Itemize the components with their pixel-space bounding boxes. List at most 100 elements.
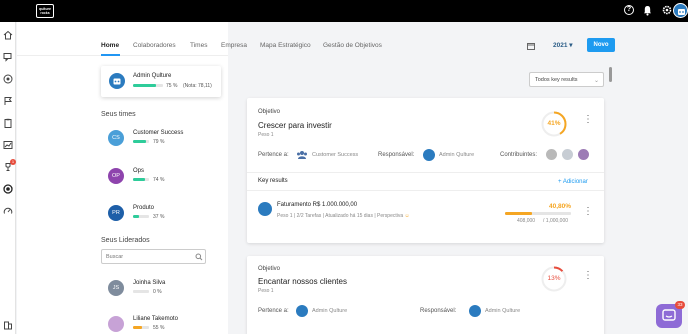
belongs-label: Pertence a: <box>258 152 289 158</box>
objective-weight: Peso 1 <box>258 288 274 294</box>
add-key-result-button[interactable]: + Adicionar <box>558 179 588 185</box>
trophy-icon[interactable] <box>3 162 13 172</box>
divider <box>247 190 604 191</box>
speed-icon[interactable] <box>3 206 13 216</box>
objective-card[interactable]: Objetivo Encantar nossos clientes Peso 1… <box>247 256 604 334</box>
robot-avatar-icon <box>113 78 121 85</box>
more-options-icon[interactable]: ⋮ <box>583 207 593 217</box>
objective-weight: Peso 1 <box>258 132 274 138</box>
user-progress-label: 75 % <box>166 83 178 89</box>
responsible-value[interactable]: Admin Qulture <box>439 152 474 158</box>
calendar-icon[interactable] <box>527 42 535 50</box>
avatar <box>109 73 125 89</box>
home-icon[interactable] <box>3 30 13 40</box>
team-name[interactable]: Ops <box>133 168 144 174</box>
avatar <box>258 202 272 216</box>
team-progress-label: 79 % <box>153 139 165 145</box>
objective-title[interactable]: Crescer para investir <box>258 121 332 130</box>
teams-title: Seus times <box>101 111 136 118</box>
gear-icon[interactable] <box>662 5 672 15</box>
top-bar <box>0 0 688 22</box>
user-name: Admin Qulture <box>133 73 172 79</box>
user-progress-bar <box>133 84 163 87</box>
target-icon[interactable] <box>3 74 13 84</box>
perspective-icon: ☺ <box>404 213 410 219</box>
team-progress-bar <box>133 215 149 218</box>
filter-label: Todos key results <box>535 77 578 83</box>
objective-icon[interactable] <box>3 184 13 194</box>
tab-empresa[interactable]: Empresa <box>221 42 247 49</box>
key-result-title[interactable]: Faturamento R$ 1.000.000,00 <box>277 202 357 208</box>
contributor-avatar[interactable] <box>561 148 574 161</box>
person-progress-label: 55 % <box>153 325 165 331</box>
chart-icon[interactable] <box>3 140 13 150</box>
team-name[interactable]: Customer Success <box>133 130 183 136</box>
belongs-value[interactable]: Admin Qulture <box>312 308 347 314</box>
contributor-avatar[interactable] <box>577 148 590 161</box>
bell-icon[interactable] <box>643 5 652 16</box>
team-name[interactable]: Produto <box>133 205 154 211</box>
contributor-avatar[interactable] <box>545 148 558 161</box>
tab-home[interactable]: Home <box>101 42 119 49</box>
avatar <box>423 149 435 161</box>
more-options-icon[interactable]: ⋮ <box>583 115 593 125</box>
kr-perspective: Perspectiva <box>377 213 404 219</box>
user-avatar[interactable] <box>673 3 688 18</box>
chat-icon[interactable] <box>3 52 13 62</box>
flag-icon[interactable] <box>3 96 13 106</box>
key-results-filter[interactable]: Todos key results ⌄ <box>529 72 604 87</box>
tab-gestao-objetivos[interactable]: Gestão de Objetivos <box>323 42 382 49</box>
search-input[interactable] <box>106 253 191 261</box>
tab-mapa-estrategico[interactable]: Mapa Estratégico <box>260 42 311 49</box>
team-avatar[interactable]: PR <box>108 205 124 221</box>
tab-colaboradores[interactable]: Colaboradores <box>133 42 176 49</box>
user-card[interactable]: Admin Qulture 75 % (Nota: 78,11) <box>101 66 221 97</box>
clipboard-icon[interactable] <box>3 118 13 128</box>
kr-weight: Peso 1 <box>277 213 293 219</box>
responsible-value[interactable]: Admin Qulture <box>485 308 520 314</box>
team-avatar[interactable]: CS <box>108 130 124 146</box>
person-name[interactable]: Joinha Silva <box>133 280 165 286</box>
kr-updated: Atualizado há 15 dias <box>325 213 373 219</box>
chat-badge: 33 <box>675 301 685 309</box>
objective-label: Objetivo <box>258 109 281 115</box>
tab-times[interactable]: Times <box>190 42 207 49</box>
kr-target-value: / 1,000,000 <box>543 218 569 224</box>
icon-sidebar: 1 <box>0 22 16 334</box>
scrollbar[interactable] <box>609 67 612 82</box>
new-button[interactable]: Novo <box>587 38 615 52</box>
objective-card[interactable]: Objetivo Crescer para investir Peso 1 41… <box>247 98 604 243</box>
person-progress-label: 0 % <box>153 289 162 295</box>
active-tab-indicator <box>101 54 120 56</box>
app-logo[interactable]: qulture rocks <box>36 4 54 18</box>
team-progress-bar <box>133 178 149 181</box>
person-name[interactable]: Liliane Takemoto <box>133 316 178 322</box>
contributors-label: Contribuintes: <box>500 152 538 158</box>
help-icon[interactable]: ? <box>624 5 634 15</box>
person-avatar[interactable] <box>108 316 124 332</box>
responsible-label: Responsável: <box>378 152 415 158</box>
search-icon[interactable] <box>195 253 203 261</box>
key-results-header: Key results <box>258 178 288 184</box>
team-avatar[interactable]: OP <box>108 168 124 184</box>
team-progress-label: 74 % <box>153 177 165 183</box>
led-search[interactable] <box>101 249 206 264</box>
year-value: 2021 <box>553 42 568 49</box>
belongs-label: Pertence a: <box>258 308 289 314</box>
chevron-down-icon: ⌄ <box>593 78 599 84</box>
year-select[interactable]: 2021 ▾ <box>553 41 573 49</box>
building-icon[interactable] <box>3 320 13 330</box>
person-avatar[interactable]: JS <box>108 280 124 296</box>
belongs-value[interactable]: Customer Success <box>312 152 358 158</box>
avatar <box>469 305 481 317</box>
person-progress-bar <box>133 326 149 329</box>
objective-title[interactable]: Encantar nossos clientes <box>258 277 347 286</box>
key-result-meta: Peso 1 | 2/2 Tarefas | Atualizado há 15 … <box>277 213 410 219</box>
avatar <box>296 305 308 317</box>
more-options-icon[interactable]: ⋮ <box>583 271 593 281</box>
person-progress-bar <box>133 290 149 293</box>
responsible-label: Responsável: <box>420 308 457 314</box>
team-icon <box>297 151 307 159</box>
divider <box>247 172 604 173</box>
progress-ring-label: 13% <box>547 275 561 282</box>
